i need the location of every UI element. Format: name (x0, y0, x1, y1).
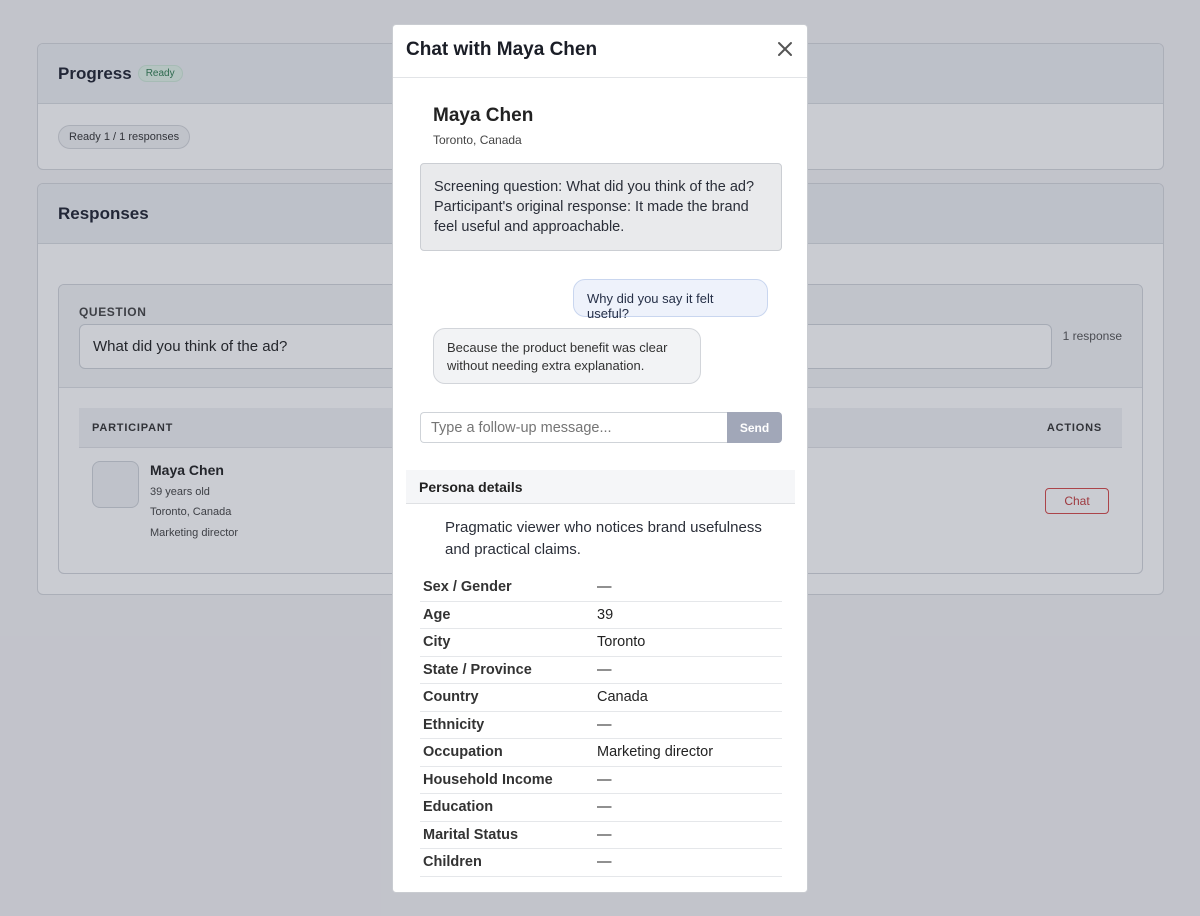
screening-context: Screening question: What did you think o… (420, 163, 782, 251)
detail-value: — (597, 579, 612, 595)
detail-value: — (597, 854, 612, 870)
chat-modal: Chat with Maya Chen Maya Chen Toronto, C… (392, 24, 808, 893)
detail-row: Children — (420, 849, 782, 877)
modal-header: Chat with Maya Chen (393, 25, 807, 78)
detail-value: — (597, 826, 612, 843)
detail-label: State / Province (423, 661, 532, 678)
close-icon[interactable] (775, 39, 795, 59)
detail-label: Ethnicity (423, 716, 485, 733)
detail-row: Sex / Gender — (420, 574, 782, 602)
detail-row: Occupation Marketing director (420, 739, 782, 767)
detail-row: Marital Status — (420, 822, 782, 849)
detail-label: Age (423, 606, 451, 623)
detail-row: Ethnicity — (420, 712, 782, 739)
detail-row: Country Canada (420, 684, 782, 712)
detail-value: Toronto (597, 634, 646, 650)
send-button[interactable]: Send (727, 412, 782, 443)
detail-label: Children (423, 854, 482, 870)
persona-description: Pragmatic viewer who notices brand usefu… (445, 519, 762, 558)
detail-value: 39 (597, 606, 614, 623)
detail-label: Occupation (423, 744, 503, 760)
persona-details-heading[interactable]: Persona details (406, 470, 795, 504)
detail-label: Sex / Gender (423, 579, 512, 595)
persona-location: Toronto, Canada (433, 133, 522, 147)
persona-name: Maya Chen (433, 105, 534, 126)
persona-message: Because the product benefit was clear wi… (433, 328, 701, 384)
detail-row: City Toronto (420, 629, 782, 657)
detail-row: Education — (420, 794, 782, 822)
detail-value: — (597, 661, 612, 678)
detail-label: Household Income (423, 771, 553, 788)
detail-row: State / Province — (420, 657, 782, 684)
detail-value: — (597, 799, 612, 815)
detail-row: Household Income — (420, 767, 782, 794)
detail-label: Marital Status (423, 826, 519, 843)
detail-value: — (597, 771, 612, 788)
user-message: Why did you say it felt useful? (573, 279, 768, 321)
detail-value: — (597, 716, 612, 733)
detail-row: Age 39 (420, 602, 782, 629)
persona-details-table: Sex / Gender — Age 39 City Toronto State / … (420, 574, 782, 877)
detail-label: City (423, 634, 451, 650)
detail-value: Marketing director (597, 744, 714, 760)
detail-label: Education (423, 799, 494, 815)
detail-label: Country (423, 689, 479, 705)
modal-title: Chat with Maya Chen (406, 39, 598, 60)
follow-up-input[interactable] (420, 412, 729, 443)
detail-value: Canada (597, 689, 648, 705)
